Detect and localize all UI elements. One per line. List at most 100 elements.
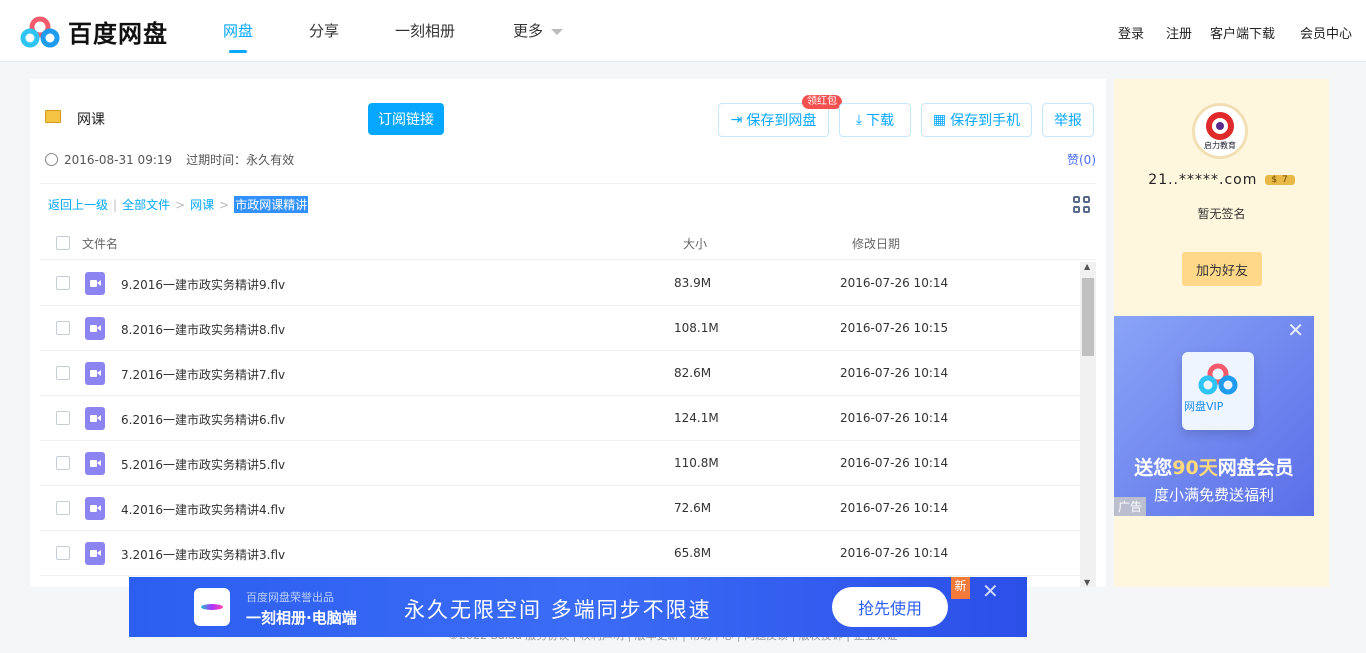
logo[interactable]: 百度网盘 xyxy=(20,14,168,49)
file-date: 2016-07-26 10:14 xyxy=(840,411,949,425)
vip-ad[interactable]: ✕ 网盘VIP 送您90天网盘会员 度小满免费送福利 广告 xyxy=(1114,316,1314,516)
red-packet-badge[interactable]: 领红包 xyxy=(802,95,842,109)
breadcrumb-all-files[interactable]: 全部文件 xyxy=(122,196,170,213)
file-date: 2016-07-26 10:14 xyxy=(840,276,949,290)
login-link[interactable]: 登录 xyxy=(1118,23,1144,42)
file-name[interactable]: 5.2016一建市政实务精讲5.flv xyxy=(121,456,285,473)
file-date: 2016-07-26 10:14 xyxy=(840,456,949,470)
nav-album[interactable]: 一刻相册 xyxy=(395,20,455,41)
row-checkbox[interactable] xyxy=(56,456,70,470)
file-list: 9.2016一建市政实务精讲9.flv 83.9M 2016-07-26 10:… xyxy=(40,261,1080,587)
file-name[interactable]: 9.2016一建市政实务精讲9.flv xyxy=(121,276,285,293)
file-date: 2016-07-26 10:14 xyxy=(840,501,949,515)
share-title: 网课 xyxy=(77,112,105,128)
breadcrumb-folder[interactable]: 网课 xyxy=(190,196,214,213)
share-meta: 2016-08-31 09:19 过期时间：永久有效 xyxy=(45,151,294,168)
nav-share[interactable]: 分享 xyxy=(309,20,339,41)
nav-more-label: 更多 xyxy=(513,22,544,40)
save-to-phone-button[interactable]: ▦ 保存到手机 xyxy=(921,103,1032,137)
save-phone-label: 保存到手机 xyxy=(950,113,1021,129)
nav-netdisk[interactable]: 网盘 xyxy=(223,20,253,53)
col-date[interactable]: 修改日期 xyxy=(852,235,900,252)
video-file-icon xyxy=(85,407,105,430)
username: 21..*****.com $ 7 xyxy=(1114,172,1329,188)
file-name[interactable]: 6.2016一建市政实务精讲6.flv xyxy=(121,411,285,428)
close-icon[interactable]: ✕ xyxy=(982,579,999,603)
folder-icon xyxy=(45,110,61,123)
file-size: 108.1M xyxy=(674,321,719,335)
row-checkbox[interactable] xyxy=(56,501,70,515)
file-name[interactable]: 4.2016一建市政实务精讲4.flv xyxy=(121,501,285,518)
save-icon: ⇥ xyxy=(730,112,743,128)
back-link[interactable]: 返回上一级 xyxy=(48,196,108,213)
add-friend-button[interactable]: 加为好友 xyxy=(1182,252,1262,286)
scroll-down-icon[interactable]: ▼ xyxy=(1084,578,1090,587)
file-name[interactable]: 3.2016一建市政实务精讲3.flv xyxy=(121,546,285,563)
save-disk-label: 保存到网盘 xyxy=(746,113,817,129)
breadcrumb: 返回上一级 | 全部文件 > 网课 > 市政网课精讲 xyxy=(48,196,309,213)
brand-name: 百度网盘 xyxy=(68,20,168,48)
share-panel: 网课 订阅链接 ⇥ 保存到网盘 领红包 ⤓ 下载 ▦ 保存到手机 举报 2016-08… xyxy=(30,79,1106,587)
col-name[interactable]: 文件名 xyxy=(82,235,118,252)
video-file-icon xyxy=(85,497,105,520)
col-size[interactable]: 大小 xyxy=(683,235,707,252)
row-checkbox[interactable] xyxy=(56,366,70,380)
album-app-icon xyxy=(194,588,230,626)
separator: > xyxy=(175,197,186,212)
file-size: 72.6M xyxy=(674,501,712,515)
file-name[interactable]: 7.2016一建市政实务精讲7.flv xyxy=(121,366,285,383)
video-file-icon xyxy=(85,317,105,340)
client-download-link[interactable]: 客户端下载 xyxy=(1210,23,1275,42)
download-icon: ⤓ xyxy=(855,112,863,128)
qrcode-icon: ▦ xyxy=(932,112,947,128)
try-now-button[interactable]: 抢先使用 xyxy=(832,587,948,627)
username-text: 21..*****.com xyxy=(1148,172,1258,188)
table-row[interactable]: 3.2016一建市政实务精讲3.flv 65.8M 2016-07-26 10:… xyxy=(40,531,1080,576)
video-file-icon xyxy=(85,542,105,565)
table-row[interactable]: 7.2016一建市政实务精讲7.flv 82.6M 2016-07-26 10:… xyxy=(40,351,1080,396)
register-link[interactable]: 注册 xyxy=(1166,23,1192,42)
select-all-checkbox[interactable] xyxy=(56,236,70,250)
row-checkbox[interactable] xyxy=(56,411,70,425)
scrollbar-thumb[interactable] xyxy=(1082,278,1094,356)
scrollbar[interactable]: ▲ ▼ xyxy=(1080,262,1096,587)
table-row[interactable]: 4.2016一建市政实务精讲4.flv 72.6M 2016-07-26 10:… xyxy=(40,486,1080,531)
row-checkbox[interactable] xyxy=(56,546,70,560)
chevron-down-icon xyxy=(551,28,564,35)
file-size: 110.8M xyxy=(674,456,719,470)
table-row[interactable]: 8.2016一建市政实务精讲8.flv 108.1M 2016-07-26 10… xyxy=(40,306,1080,351)
file-size: 83.9M xyxy=(674,276,712,290)
table-row[interactable]: 6.2016一建市政实务精讲6.flv 124.1M 2016-07-26 10… xyxy=(40,396,1080,441)
file-date: 2016-07-26 10:15 xyxy=(840,321,949,335)
avatar-text: 启力教育 xyxy=(1204,141,1236,150)
nav-more[interactable]: 更多 xyxy=(513,20,564,41)
scroll-up-icon[interactable]: ▲ xyxy=(1084,262,1090,271)
download-label: 下载 xyxy=(866,113,895,129)
table-row[interactable]: 5.2016一建市政实务精讲5.flv 110.8M 2016-07-26 10… xyxy=(40,441,1080,486)
table-row[interactable]: 9.2016一建市政实务精讲9.flv 83.9M 2016-07-26 10:… xyxy=(40,261,1080,306)
subscribe-button[interactable]: 订阅链接 xyxy=(368,103,444,135)
expire-time: 过期时间：永久有效 xyxy=(186,153,295,167)
file-date: 2016-07-26 10:14 xyxy=(840,366,949,380)
file-name[interactable]: 8.2016一建市政实务精讲8.flv xyxy=(121,321,285,338)
vip-label: 网盘VIP xyxy=(1184,400,1224,413)
like-button[interactable]: 赞(0) xyxy=(1067,151,1096,168)
level-badge: $ 7 xyxy=(1265,175,1295,185)
baidu-netdisk-logo-icon xyxy=(20,16,60,47)
new-badge: 新 xyxy=(951,577,970,599)
report-button[interactable]: 举报 xyxy=(1042,103,1094,137)
album-promo-banner[interactable]: 百度网盘荣誉出品 一刻相册·电脑端 永久无限空间 多端同步不限速 抢先使用 新 … xyxy=(129,577,1027,637)
row-checkbox[interactable] xyxy=(56,321,70,335)
banner-slogan: 永久无限空间 多端同步不限速 xyxy=(404,598,712,622)
grid-view-icon[interactable] xyxy=(1073,196,1090,213)
file-size: 124.1M xyxy=(674,411,719,425)
close-icon[interactable]: ✕ xyxy=(1287,318,1304,342)
share-time: 2016-08-31 09:19 xyxy=(64,152,173,167)
avatar[interactable]: 启力教育 xyxy=(1192,103,1248,159)
netdisk-logo-icon xyxy=(1198,363,1238,395)
ad-tag: 广告 xyxy=(1114,497,1147,516)
vip-center-link[interactable]: 会员中心 xyxy=(1300,23,1352,42)
banner-app-name: 一刻相册·电脑端 xyxy=(246,609,357,627)
row-checkbox[interactable] xyxy=(56,276,70,290)
download-button[interactable]: ⤓ 下载 xyxy=(839,103,911,137)
